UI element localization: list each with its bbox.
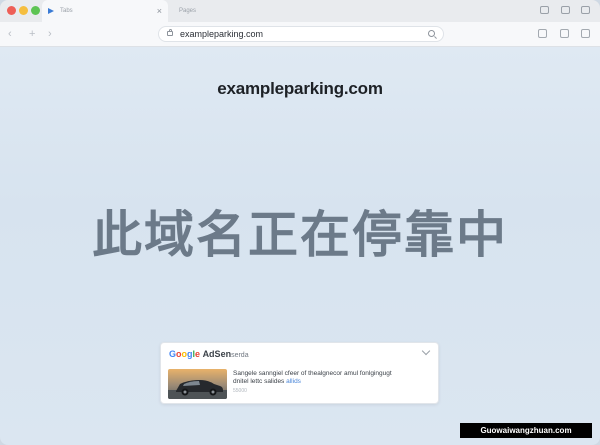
lock-icon (167, 28, 173, 36)
search-icon[interactable] (428, 30, 435, 37)
watermark: Guowaiwangzhuan.com (460, 423, 592, 438)
page-content: exampleparking.com 此域名正在停靠中 Google AdSen… (0, 47, 600, 445)
address-bar[interactable]: exampleparking.com (158, 26, 444, 42)
ad-product: AdSen (202, 349, 232, 359)
ad-headline[interactable]: Sangele sanngiel cfeer of thealgnecor am… (233, 370, 392, 377)
tab-label: Pages (179, 8, 197, 14)
share-icon[interactable] (540, 6, 549, 14)
google-logo: Google (169, 349, 201, 359)
forward-icon[interactable]: › (48, 27, 52, 41)
sidebar-icon[interactable] (581, 6, 590, 14)
bookmarks-icon[interactable] (560, 29, 569, 38)
extensions-icon[interactable] (581, 29, 590, 38)
close-tab-icon[interactable]: × (157, 5, 162, 17)
minimize-window-button[interactable] (19, 6, 28, 15)
tab-active[interactable]: Tabs × (42, 0, 168, 22)
parked-message: 此域名正在停靠中 (92, 206, 508, 264)
address-bar-url[interactable]: exampleparking.com (180, 29, 263, 40)
toolbar: ‹ + › exampleparking.com (0, 22, 600, 47)
new-tab-icon[interactable]: + (29, 27, 35, 41)
back-icon[interactable]: ‹ (8, 27, 12, 41)
domain-heading: exampleparking.com (217, 79, 383, 98)
downloads-icon[interactable] (538, 29, 547, 38)
ad-header: Google AdSenserda (169, 348, 249, 362)
chevron-down-icon[interactable] (421, 346, 431, 356)
browser-window: Tabs × Pages ‹ + › exampleparking.com ex… (0, 0, 600, 445)
car-image[interactable] (168, 369, 227, 399)
ad-link[interactable]: allids (286, 378, 301, 385)
ad-subtext: 55000 (233, 388, 247, 394)
tabs-overview-icon[interactable] (561, 6, 570, 14)
ad-card[interactable]: Google AdSenserda Sangele sanngiel cfeer… (160, 342, 439, 404)
ad-description: dnitel lettc salides allids (233, 378, 301, 385)
ad-description-text: dnitel lettc salides (233, 378, 285, 385)
close-window-button[interactable] (7, 6, 16, 15)
ad-product-suffix: serda (231, 352, 249, 359)
zoom-window-button[interactable] (31, 6, 40, 15)
tab-inactive[interactable]: Pages (176, 0, 276, 22)
tab-label: Tabs (60, 8, 73, 14)
tab-bar: Tabs × Pages (0, 0, 600, 22)
play-icon (48, 8, 54, 14)
